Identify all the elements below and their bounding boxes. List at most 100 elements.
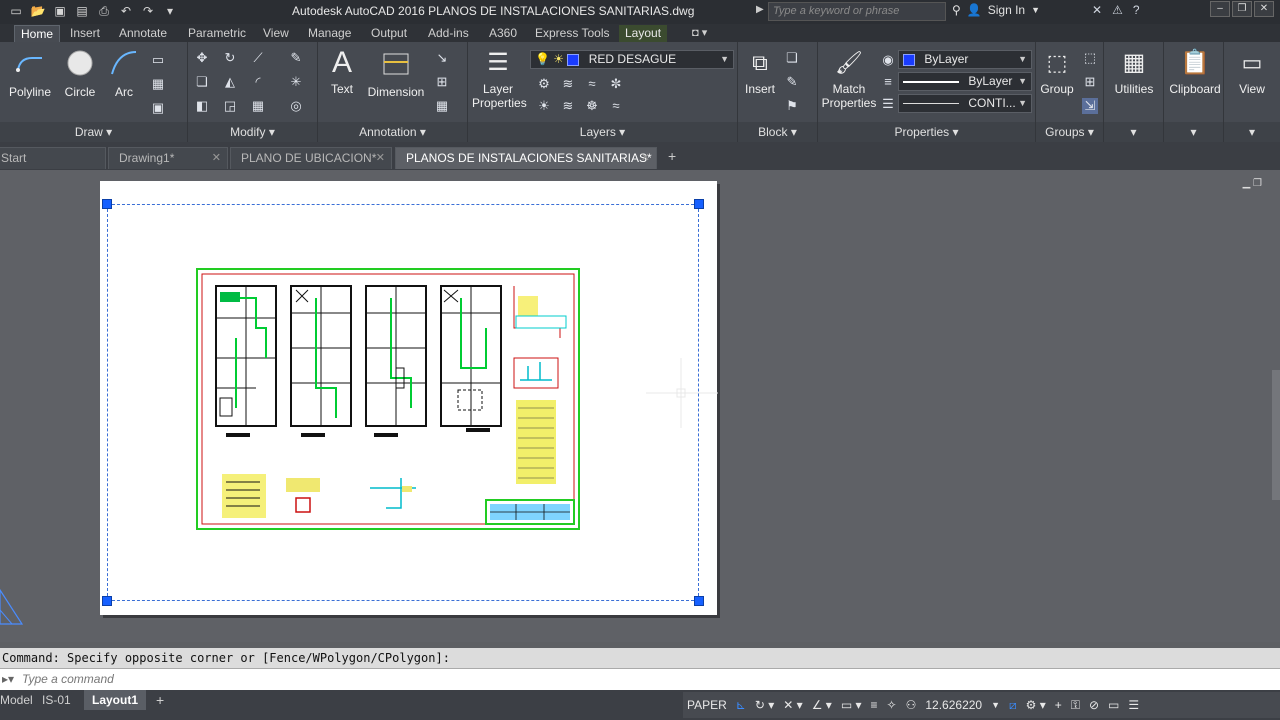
quick-properties-icon[interactable]: ⧄ xyxy=(1009,698,1017,713)
command-input[interactable]: Type a command xyxy=(22,669,114,689)
new-tab-icon[interactable]: + xyxy=(668,148,676,164)
expand-icon[interactable]: ▶ xyxy=(756,4,764,15)
plus-icon[interactable]: + xyxy=(1055,698,1062,712)
clipboard-button[interactable]: 📋 Clipboard xyxy=(1166,48,1224,96)
tab-layout[interactable]: Layout xyxy=(619,25,668,42)
paper-space-toggle[interactable]: PAPER xyxy=(687,698,727,712)
create-block-icon[interactable]: ❏ xyxy=(784,50,800,66)
tab-output[interactable]: Output xyxy=(365,25,413,42)
layer-dropdown[interactable]: 💡 ☀ RED DESAGUE ▼ xyxy=(530,50,734,69)
groups-panel-title[interactable]: Groups ▾ xyxy=(1036,122,1103,142)
polar-icon[interactable]: ✕ ▾ xyxy=(783,698,802,712)
sign-in-area[interactable]: ⚲ 👤 Sign In ▼ xyxy=(952,3,1040,17)
attribute-icon[interactable]: ⚑ xyxy=(784,98,800,114)
viewport-minimize-icon[interactable]: ▁ ❐ xyxy=(1243,178,1262,189)
selection-cycling-icon[interactable]: ✧ xyxy=(887,698,897,712)
draw-panel-title[interactable]: Draw ▾ xyxy=(0,122,187,142)
layer-properties-button[interactable]: ☰ Layer Properties xyxy=(472,48,527,110)
drawing-area[interactable]: ▁ ❐ xyxy=(0,170,1280,642)
ribbon-options-icon[interactable]: ◘ ▾ xyxy=(686,25,713,42)
open-icon[interactable]: 📂 xyxy=(30,3,46,19)
dimension-button[interactable]: Dimension xyxy=(364,48,428,99)
search-input[interactable]: Type a keyword or phrase xyxy=(768,2,946,21)
grid-icon[interactable]: ⊾ xyxy=(736,698,746,712)
move-icon[interactable]: ✥ xyxy=(194,50,210,66)
text-button[interactable]: A Text xyxy=(324,48,360,97)
tab-insert[interactable]: Insert xyxy=(64,25,106,42)
scale-icon[interactable]: ◲ xyxy=(222,98,238,114)
clean-screen-icon[interactable]: ▭ xyxy=(1108,698,1119,712)
polyline-button[interactable]: Polyline xyxy=(6,48,54,99)
save-icon[interactable]: ▣ xyxy=(52,3,68,19)
tab-parametric[interactable]: Parametric xyxy=(182,25,252,42)
ungroup-icon[interactable]: ⬚ xyxy=(1082,50,1098,66)
utilities-button[interactable]: ▦ Utilities xyxy=(1108,48,1160,96)
hatch-icon[interactable]: ▦ xyxy=(150,76,166,92)
offset-icon[interactable]: ◎ xyxy=(288,98,304,114)
osnap-icon[interactable]: ∠ ▾ xyxy=(812,698,832,712)
qat-menu-icon[interactable]: ▾ xyxy=(162,3,178,19)
utilities-expand[interactable]: ▾ xyxy=(1104,122,1163,142)
insert-block-button[interactable]: ⧉ Insert xyxy=(740,48,780,96)
erase-icon[interactable]: ✎ xyxy=(288,50,304,66)
redo-icon[interactable]: ↷ xyxy=(140,3,156,19)
help-icon[interactable]: ? xyxy=(1133,3,1140,17)
explode-icon[interactable]: ✳ xyxy=(288,74,304,90)
group-button[interactable]: ⬚ Group xyxy=(1038,48,1076,96)
lineweight-toggle-icon[interactable]: ≡ xyxy=(871,698,878,712)
layer-iso-icon[interactable]: ≈ xyxy=(584,76,600,92)
trim-icon[interactable]: ⟋ xyxy=(250,50,266,66)
tab-a360[interactable]: A360 xyxy=(483,25,523,42)
viewport-grip[interactable] xyxy=(694,596,704,606)
viewport-grip[interactable] xyxy=(102,596,112,606)
match-properties-button[interactable]: 🖌 Match Properties xyxy=(820,48,878,110)
customize-icon[interactable]: ☰ xyxy=(1128,698,1139,712)
array-icon[interactable]: ▦ xyxy=(250,98,266,114)
layer-match-icon[interactable]: ≋ xyxy=(560,76,576,92)
tab-express-tools[interactable]: Express Tools xyxy=(529,25,615,42)
tab-add-ins[interactable]: Add-ins xyxy=(422,25,475,42)
file-tab-instalaciones-sanitarias[interactable]: PLANOS DE INSTALACIONES SANITARIAS* ✕ xyxy=(395,147,657,169)
close-icon[interactable]: ✕ xyxy=(376,148,385,168)
color-dropdown[interactable]: ByLayer ▼ xyxy=(898,50,1032,69)
clipboard-expand[interactable]: ▾ xyxy=(1164,122,1223,142)
add-layout-icon[interactable]: + xyxy=(148,690,172,710)
layer-tool-icon[interactable]: ⚙ xyxy=(536,76,552,92)
scale-dropdown-icon[interactable]: ▼ xyxy=(991,700,1000,710)
block-panel-title[interactable]: Block ▾ xyxy=(738,122,817,142)
circle-button[interactable]: Circle xyxy=(58,48,102,99)
tab-view[interactable]: View xyxy=(257,25,295,42)
new-icon[interactable]: ▭ xyxy=(8,3,24,19)
annotation-panel-title[interactable]: Annotation ▾ xyxy=(318,122,467,142)
group-select-icon[interactable]: ⇲ xyxy=(1082,98,1098,114)
layer-lock-icon[interactable]: ☸ xyxy=(584,98,600,114)
layout-tab-layout1[interactable]: Layout1 xyxy=(84,690,147,710)
region-icon[interactable]: ▣ xyxy=(150,100,166,116)
close-icon[interactable]: ✕ xyxy=(641,148,650,168)
layer-walk-icon[interactable]: ≋ xyxy=(560,98,576,114)
save-as-icon[interactable]: ▤ xyxy=(74,3,90,19)
leader-icon[interactable]: ↘ xyxy=(434,50,450,66)
rectangle-icon[interactable]: ▭ xyxy=(150,52,166,68)
tab-annotate[interactable]: Annotate xyxy=(113,25,173,42)
tab-home[interactable]: Home xyxy=(14,25,61,42)
rotate-icon[interactable]: ↻ xyxy=(222,50,238,66)
a360-icon[interactable]: ⚠ xyxy=(1112,3,1123,17)
layers-panel-title[interactable]: Layers ▾ xyxy=(468,122,737,142)
file-tab-plano-ubicacion[interactable]: PLANO DE UBICACION* ✕ xyxy=(230,147,392,169)
file-tab-start[interactable]: Start xyxy=(0,147,106,169)
modify-panel-title[interactable]: Modify ▾ xyxy=(188,122,317,142)
layer-on-icon[interactable]: ☀ xyxy=(536,98,552,114)
table-icon[interactable]: ⊞ xyxy=(434,74,450,90)
stretch-icon[interactable]: ◧ xyxy=(194,98,210,114)
mirror-icon[interactable]: ◭ xyxy=(222,74,238,90)
sign-in-button[interactable]: Sign In xyxy=(988,3,1025,17)
minimize-button[interactable]: – xyxy=(1210,1,1230,17)
edit-block-icon[interactable]: ✎ xyxy=(784,74,800,90)
annotation-monitor-icon[interactable]: ⚇ xyxy=(906,698,917,712)
viewport-grip[interactable] xyxy=(694,199,704,209)
workspace-gear-icon[interactable]: ⚙ ▾ xyxy=(1026,698,1046,712)
undo-icon[interactable]: ↶ xyxy=(118,3,134,19)
lineweight-dropdown[interactable]: ByLayer ▼ xyxy=(898,72,1032,91)
fillet-icon[interactable]: ◜ xyxy=(250,74,266,90)
